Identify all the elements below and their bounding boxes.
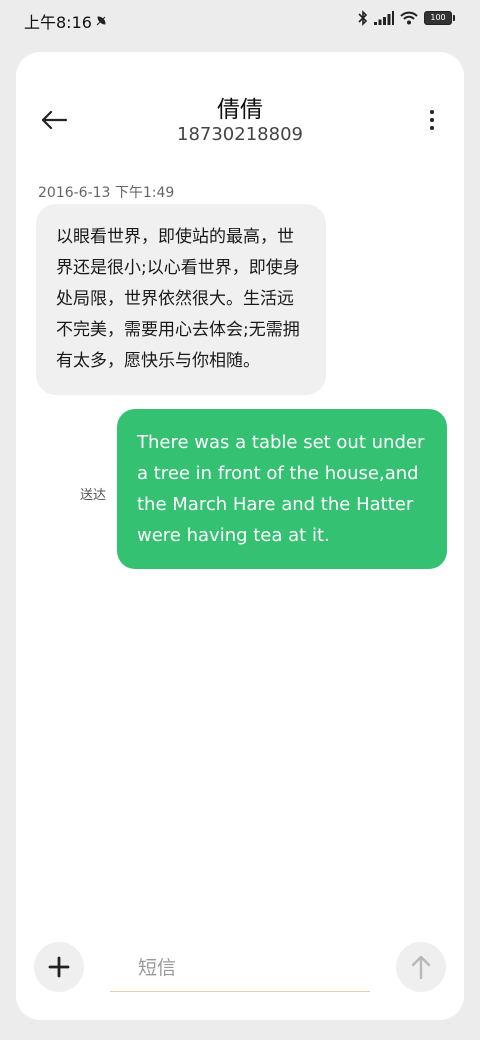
plus-icon (48, 956, 70, 978)
add-attachment-button[interactable] (34, 942, 84, 992)
conversation-card: 倩倩 18730218809 2016-6-13 下午1:49 以眼看世界，即使… (16, 52, 464, 1020)
status-bar: 上午8:16 100 (0, 0, 480, 40)
delivery-status: 送达 (80, 488, 107, 503)
message-input[interactable] (110, 944, 370, 992)
more-options-button[interactable] (420, 104, 444, 136)
do-not-disturb-icon (96, 16, 106, 26)
wifi-icon (400, 11, 418, 25)
status-icons: 100 (358, 10, 455, 26)
signal-icon (374, 11, 394, 25)
message-timestamp: 2016-6-13 下午1:49 (38, 185, 175, 201)
contact-number: 18730218809 (177, 124, 303, 145)
more-vertical-icon (430, 110, 434, 114)
arrow-up-icon (411, 955, 431, 980)
send-button[interactable] (396, 942, 446, 992)
status-time: 上午8:16 (24, 9, 108, 33)
bluetooth-icon (358, 10, 368, 26)
battery-icon: 100 (424, 11, 455, 25)
incoming-message-bubble[interactable]: 以眼看世界，即使站的最高，世界还是很小;以心看世界，即使身处局限，世界依然很大。… (36, 204, 326, 395)
outgoing-message-bubble[interactable]: There was a table set out under a tree i… (117, 409, 447, 569)
status-time-text: 上午8:16 (24, 13, 92, 32)
contact-name: 倩倩 (217, 97, 263, 123)
